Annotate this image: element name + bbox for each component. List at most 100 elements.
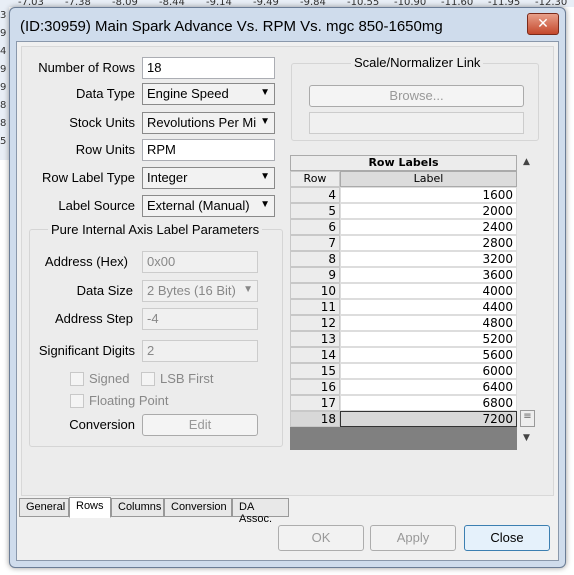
dialog-window: (ID:30959) Main Spark Advance Vs. RPM Vs… (9, 7, 566, 568)
address-input[interactable]: 0x00 (142, 251, 258, 273)
scroll-down-icon[interactable]: ▼ (523, 433, 530, 443)
lsb-first-checkbox[interactable] (141, 372, 155, 386)
significant-digits-input[interactable]: 2 (142, 340, 258, 362)
significant-digits-label: Significant Digits (38, 343, 135, 358)
table-row[interactable]: 7 2800 (290, 235, 517, 251)
row-labels-header: Row Labels (290, 155, 517, 171)
row-number-cell[interactable]: 5 (290, 203, 340, 219)
row-label-cell[interactable]: 4000 (340, 283, 517, 299)
row-number-cell[interactable]: 9 (290, 267, 340, 283)
table-row[interactable]: 10 4000 (290, 283, 517, 299)
scroll-thumb[interactable]: ≡ (520, 410, 535, 427)
row-label-type-value: Integer (147, 170, 188, 185)
tab-da-assoc[interactable]: DA Assoc. (232, 498, 289, 525)
dropdown-arrow-icon: ▼ (243, 284, 253, 295)
dropdown-arrow-icon: ▼ (260, 87, 270, 98)
row-number-cell[interactable]: 18 (290, 411, 340, 427)
table-row[interactable]: 11 4400 (290, 299, 517, 315)
row-labels-grid: 4 1600 5 2000 6 2400 7 2800 8 3200 9 3600 10 4000 11 44… (290, 187, 517, 427)
table-row[interactable]: 6 2400 (290, 219, 517, 235)
row-number-cell[interactable]: 10 (290, 283, 340, 299)
label-source-label: Label Source (58, 198, 135, 213)
rows-panel: Number of Rows 18 Data Type Engine Speed… (21, 46, 554, 496)
row-label-cell[interactable]: 2800 (340, 235, 517, 251)
close-window-button[interactable]: ✕ (527, 13, 559, 35)
signed-checkbox[interactable] (70, 372, 84, 386)
background-cell: 9 (0, 28, 7, 39)
scale-link-title: Scale/Normalizer Link (351, 55, 484, 70)
row-label-cell[interactable]: 3200 (340, 251, 517, 267)
tab-rows[interactable]: Rows (69, 497, 111, 518)
address-label: Address (Hex) (44, 254, 128, 269)
tab-general[interactable]: General (19, 498, 69, 517)
row-number-cell[interactable]: 17 (290, 395, 340, 411)
row-label-cell[interactable]: 1600 (340, 187, 517, 203)
row-number-cell[interactable]: 4 (290, 187, 340, 203)
background-cell: 9 (0, 82, 7, 93)
table-row[interactable]: 12 4800 (290, 315, 517, 331)
table-row[interactable]: 4 1600 (290, 187, 517, 203)
tab-columns[interactable]: Columns (111, 498, 164, 517)
background-cell: 4 (0, 46, 7, 57)
row-label-cell[interactable]: 4400 (340, 299, 517, 315)
row-label-cell[interactable]: 4800 (340, 315, 517, 331)
scroll-up-icon[interactable]: ▲ (523, 157, 530, 167)
table-row[interactable]: 5 2000 (290, 203, 517, 219)
ok-button[interactable]: OK (278, 525, 364, 551)
data-type-select[interactable]: Engine Speed ▼ (142, 83, 275, 105)
table-row[interactable]: 18 7200 (290, 411, 517, 427)
row-number-cell[interactable]: 13 (290, 331, 340, 347)
edit-conversion-button[interactable]: Edit (142, 414, 258, 436)
row-label-cell[interactable]: 3600 (340, 267, 517, 283)
signed-label: Signed (89, 371, 130, 386)
row-number-cell[interactable]: 14 (290, 347, 340, 363)
row-number-cell[interactable]: 12 (290, 315, 340, 331)
label-column-header[interactable]: Label (340, 171, 517, 187)
table-row[interactable]: 16 6400 (290, 379, 517, 395)
dropdown-arrow-icon: ▼ (260, 116, 270, 127)
grid-scrollbar[interactable]: ▲ ≡ ▼ (519, 155, 537, 450)
row-number-cell[interactable]: 8 (290, 251, 340, 267)
background-cell: 9 (0, 64, 7, 75)
close-button[interactable]: Close (464, 525, 550, 551)
row-number-cell[interactable]: 6 (290, 219, 340, 235)
row-label-cell[interactable]: 5200 (340, 331, 517, 347)
data-size-value: 2 Bytes (16 Bit) (147, 283, 236, 298)
number-of-rows-input[interactable]: 18 (142, 57, 275, 79)
stock-units-select[interactable]: Revolutions Per Mi ▼ (142, 112, 275, 134)
data-size-select[interactable]: 2 Bytes (16 Bit) ▼ (142, 280, 258, 302)
row-number-cell[interactable]: 11 (290, 299, 340, 315)
row-label-cell[interactable]: 2400 (340, 219, 517, 235)
row-label-cell[interactable]: 2000 (340, 203, 517, 219)
scale-link-field (309, 112, 524, 134)
row-label-cell[interactable]: 6400 (340, 379, 517, 395)
table-row[interactable]: 15 6000 (290, 363, 517, 379)
table-row[interactable]: 17 6800 (290, 395, 517, 411)
address-step-label: Address Step (54, 311, 133, 326)
row-label-type-select[interactable]: Integer ▼ (142, 167, 275, 189)
table-row[interactable]: 13 5200 (290, 331, 517, 347)
stock-units-label: Stock Units (69, 115, 135, 130)
row-column-header[interactable]: Row (290, 171, 340, 187)
table-row[interactable]: 14 5600 (290, 347, 517, 363)
row-number-cell[interactable]: 15 (290, 363, 340, 379)
dropdown-arrow-icon: ▼ (260, 199, 270, 210)
table-row[interactable]: 9 3600 (290, 267, 517, 283)
grid-empty-area (290, 427, 517, 450)
row-units-input[interactable]: RPM (142, 139, 275, 161)
floating-point-checkbox[interactable] (70, 394, 84, 408)
background-cell: 8 (0, 118, 7, 129)
address-step-input[interactable]: -4 (142, 308, 258, 330)
row-number-cell[interactable]: 16 (290, 379, 340, 395)
browse-button[interactable]: Browse... (309, 85, 524, 107)
row-label-cell[interactable]: 5600 (340, 347, 517, 363)
row-label-cell[interactable]: 6000 (340, 363, 517, 379)
apply-button[interactable]: Apply (370, 525, 456, 551)
data-size-label: Data Size (76, 283, 133, 298)
row-number-cell[interactable]: 7 (290, 235, 340, 251)
label-source-select[interactable]: External (Manual) ▼ (142, 195, 275, 217)
tab-conversion[interactable]: Conversion (164, 498, 232, 517)
table-row[interactable]: 8 3200 (290, 251, 517, 267)
row-label-cell[interactable]: 7200 (340, 411, 517, 427)
row-label-cell[interactable]: 6800 (340, 395, 517, 411)
